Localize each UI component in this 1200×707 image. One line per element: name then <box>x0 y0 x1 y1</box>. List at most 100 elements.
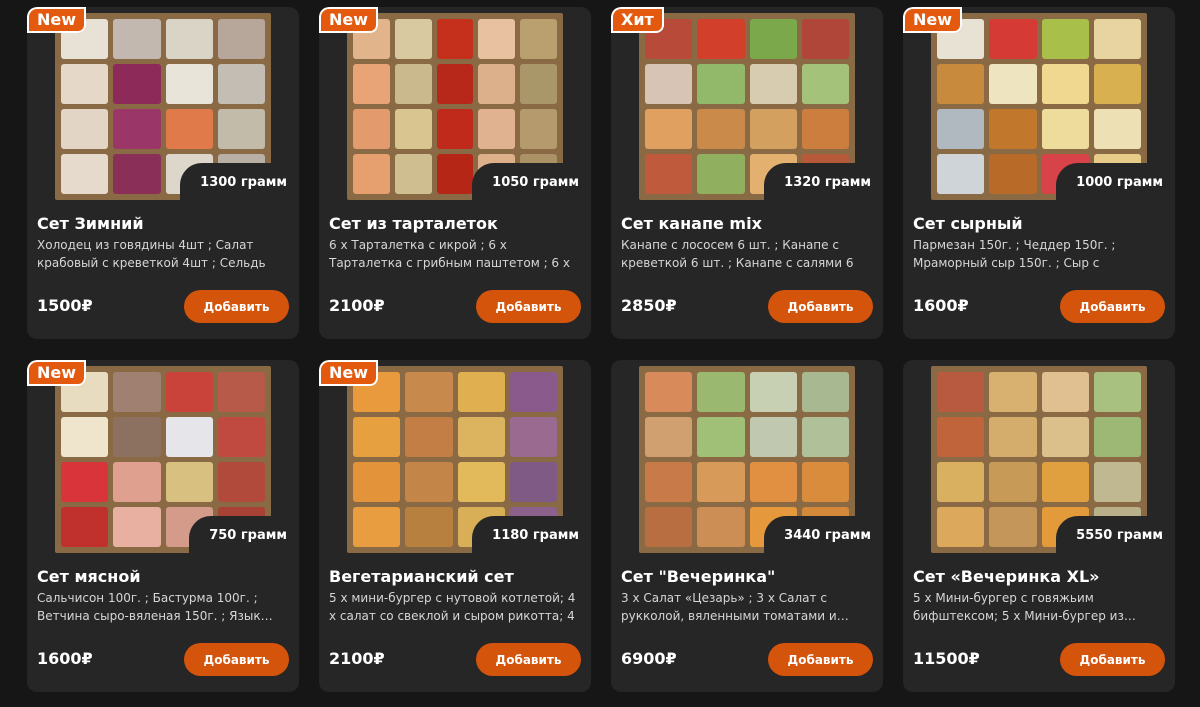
food-item <box>405 462 453 502</box>
food-item <box>937 372 985 412</box>
food-item <box>697 109 745 149</box>
product-title[interactable]: Сет из тарталеток <box>329 214 584 233</box>
add-to-cart-button[interactable]: Добавить <box>476 643 581 676</box>
food-item <box>1093 109 1141 149</box>
add-to-cart-button[interactable]: Добавить <box>1060 290 1165 323</box>
add-to-cart-button[interactable]: Добавить <box>184 643 289 676</box>
food-item <box>509 462 557 502</box>
food-item <box>697 462 745 502</box>
food-item <box>353 507 401 547</box>
food-item <box>937 64 985 104</box>
food-item <box>697 417 745 457</box>
add-to-cart-button[interactable]: Добавить <box>768 643 873 676</box>
food-item <box>394 19 432 59</box>
add-to-cart-button[interactable]: Добавить <box>476 290 581 323</box>
product-price: 11500₽ <box>913 649 980 668</box>
food-item <box>1093 64 1141 104</box>
product-badge: New <box>27 360 87 386</box>
product-title[interactable]: Вегетарианский сет <box>329 567 584 586</box>
food-item <box>457 372 505 412</box>
food-item <box>165 462 213 502</box>
food-item <box>645 154 693 194</box>
food-item <box>697 64 745 104</box>
food-item <box>478 64 516 104</box>
product-badge: New <box>319 7 379 33</box>
food-item <box>436 19 474 59</box>
product-title[interactable]: Сет Зимний <box>37 214 292 233</box>
food-item <box>989 507 1037 547</box>
food-item <box>478 19 516 59</box>
product-price: 6900₽ <box>621 649 677 668</box>
product-description: Холодец из говядины 4шт ; Салат крабовый… <box>37 238 266 270</box>
product-weight: 1320 грамм <box>764 163 883 204</box>
food-item <box>1041 372 1089 412</box>
food-item <box>749 19 797 59</box>
food-item <box>989 64 1037 104</box>
food-item <box>989 417 1037 457</box>
food-item <box>1041 417 1089 457</box>
product-card[interactable]: New 1180 грамм Вегетарианский сет 5 х мини-… <box>319 360 591 692</box>
food-item <box>801 372 849 412</box>
product-price: 1600₽ <box>37 649 93 668</box>
food-item <box>353 417 401 457</box>
food-item <box>394 109 432 149</box>
product-price: 2850₽ <box>621 296 677 315</box>
food-item <box>113 154 161 194</box>
food-item <box>394 154 432 194</box>
food-item <box>801 417 849 457</box>
product-badge: New <box>319 360 379 386</box>
product-card[interactable]: 5550 грамм Сет «Вечеринка XL» 5 х Мини-бур… <box>903 360 1175 692</box>
food-item <box>113 64 161 104</box>
product-title[interactable]: Сет мясной <box>37 567 292 586</box>
product-price: 2100₽ <box>329 296 385 315</box>
product-title[interactable]: Сет "Вечеринка" <box>621 567 876 586</box>
add-to-cart-button[interactable]: Добавить <box>1060 643 1165 676</box>
food-item <box>749 417 797 457</box>
food-item <box>217 462 265 502</box>
food-item <box>989 154 1037 194</box>
food-item <box>509 372 557 412</box>
food-item <box>61 64 109 104</box>
product-card[interactable]: New 1300 грамм Сет Зимний Холодец из говяди… <box>27 7 299 339</box>
food-item <box>697 154 745 194</box>
food-item <box>217 372 265 412</box>
food-item <box>1041 19 1089 59</box>
add-to-cart-button[interactable]: Добавить <box>184 290 289 323</box>
food-item <box>749 109 797 149</box>
product-description: 5 х Мини-бургер с говяжьим бифштексом; 5… <box>913 591 1136 623</box>
food-item <box>113 372 161 412</box>
food-item <box>113 462 161 502</box>
food-item <box>353 109 390 149</box>
product-card[interactable]: New 1000 грамм Сет сырный Пармезан 150г. ; … <box>903 7 1175 339</box>
food-item <box>113 109 161 149</box>
food-item <box>405 417 453 457</box>
food-item <box>801 109 849 149</box>
food-item <box>217 19 265 59</box>
add-to-cart-button[interactable]: Добавить <box>768 290 873 323</box>
food-item <box>436 64 474 104</box>
product-weight: 1000 грамм <box>1056 163 1175 204</box>
food-item <box>353 64 390 104</box>
product-card[interactable]: Хит 1320 грамм Сет канапе mix Канапе с лосо… <box>611 7 883 339</box>
product-description: Канапе с лососем 6 шт. ; Канапе с кревет… <box>621 238 854 270</box>
food-item <box>1093 417 1141 457</box>
product-title[interactable]: Сет «Вечеринка XL» <box>913 567 1168 586</box>
food-item <box>1041 462 1089 502</box>
product-card[interactable]: 3440 грамм Сет "Вечеринка" 3 х Салат «Цеза… <box>611 360 883 692</box>
food-item <box>436 109 474 149</box>
food-item <box>937 507 985 547</box>
food-item <box>478 109 516 149</box>
food-item <box>217 109 265 149</box>
product-card[interactable]: New 1050 грамм Сет из тарталеток 6 х Тартал… <box>319 7 591 339</box>
food-item <box>697 507 745 547</box>
food-item <box>989 372 1037 412</box>
product-title[interactable]: Сет сырный <box>913 214 1168 233</box>
product-title[interactable]: Сет канапе mix <box>621 214 876 233</box>
food-item <box>520 64 557 104</box>
food-item <box>61 417 109 457</box>
product-price: 1500₽ <box>37 296 93 315</box>
product-card[interactable]: New 750 грамм Сет мясной Сальчисон 100г. ; … <box>27 360 299 692</box>
food-item <box>801 64 849 104</box>
product-weight: 3440 грамм <box>764 516 883 557</box>
product-weight: 5550 грамм <box>1056 516 1175 557</box>
